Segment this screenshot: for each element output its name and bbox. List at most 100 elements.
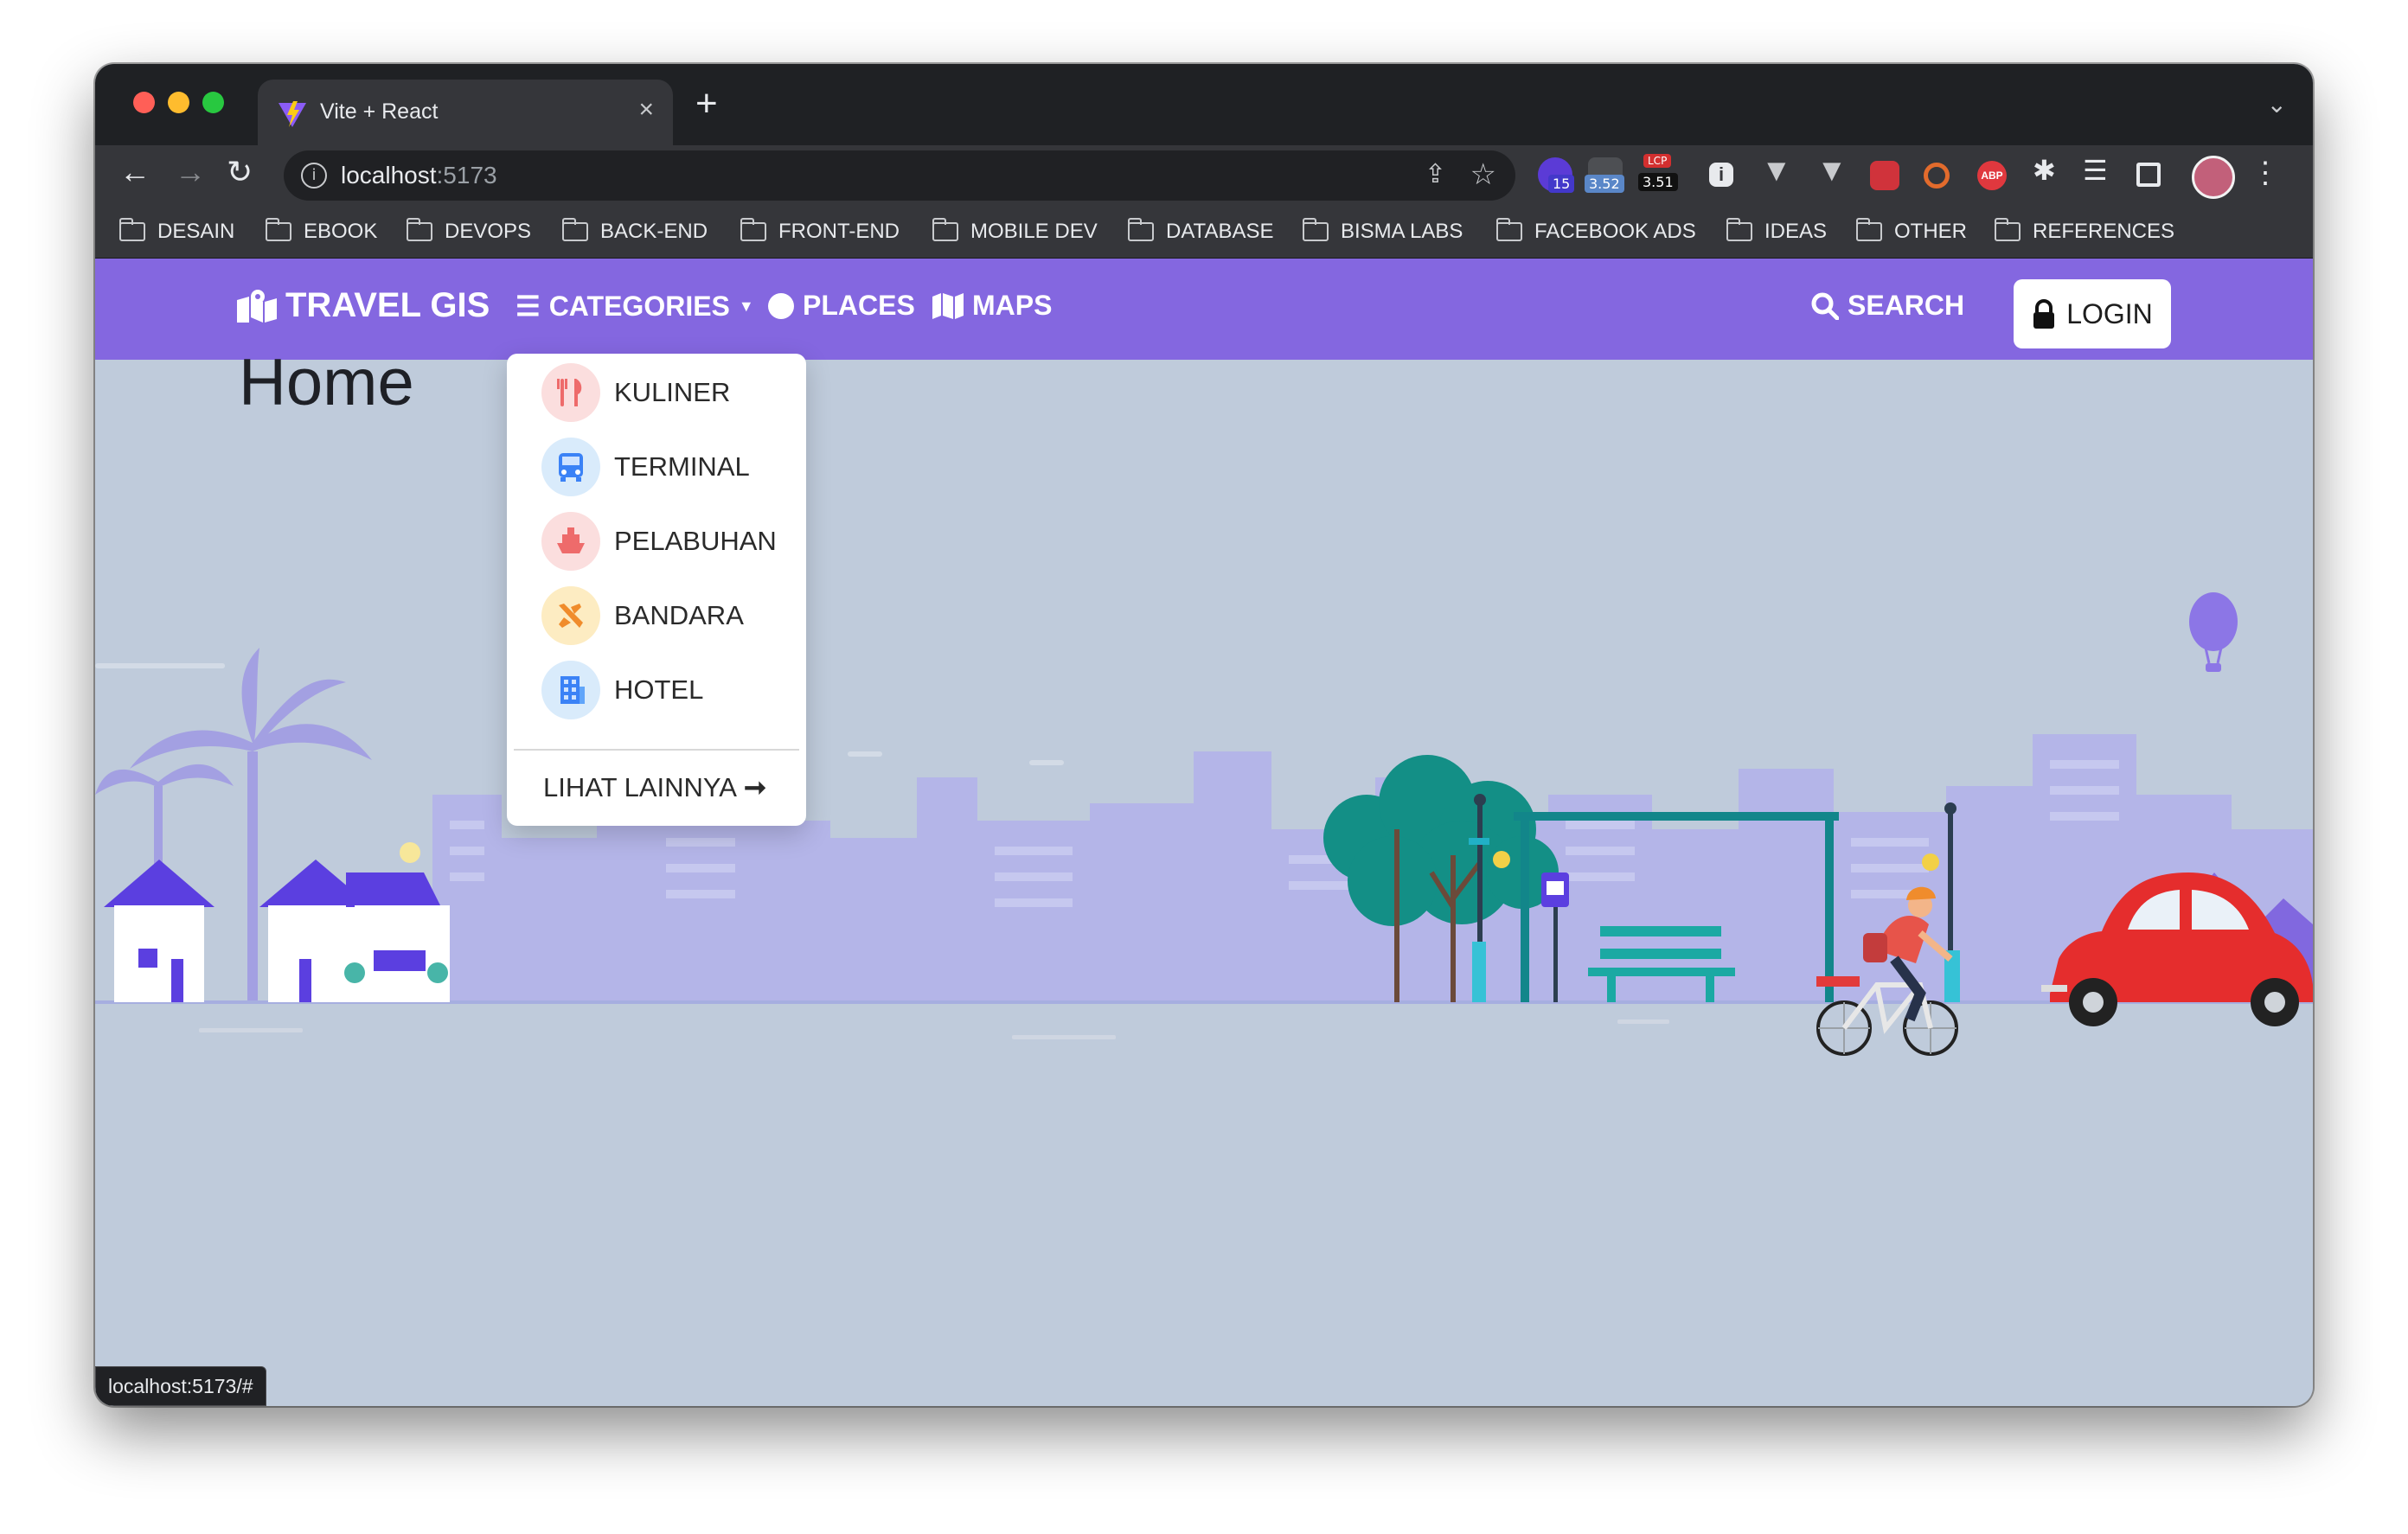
bookmark-folder[interactable]: OTHER xyxy=(1855,218,1967,244)
category-item-kuliner[interactable]: KULINER xyxy=(541,362,730,423)
bookmark-folder[interactable]: FACEBOOK ADS xyxy=(1495,218,1696,244)
category-item-bandara[interactable]: BANDARA xyxy=(541,585,744,646)
extension-purple-icon[interactable]: 15 xyxy=(1538,157,1575,193)
bookmark-folder[interactable]: BACK-END xyxy=(561,218,708,244)
folder-icon xyxy=(740,218,766,241)
browser-tab[interactable]: Vite + React × xyxy=(258,80,673,145)
folder-icon xyxy=(1127,218,1154,241)
folder-icon xyxy=(1994,218,2021,241)
bookmark-label: IDEAS xyxy=(1764,220,1828,243)
category-item-hotel[interactable]: HOTEL xyxy=(541,660,703,720)
category-label: HOTEL xyxy=(614,674,704,705)
vue-extension-icon[interactable]: ▼ xyxy=(1761,152,1796,188)
category-item-pelabuhan[interactable]: PELABUHAN xyxy=(541,511,777,572)
plane-icon xyxy=(541,586,600,645)
extension-lcp-value: 3.51 xyxy=(1638,173,1678,191)
tab-close-icon[interactable]: × xyxy=(638,95,654,125)
bookmark-label: EBOOK xyxy=(304,220,378,243)
web-page: TRAVEL GIS ☰ CATEGORIES ▼ PLACES MAPS SE… xyxy=(95,259,2313,1406)
adblock-label: ABP xyxy=(1981,169,2003,182)
bookmark-folder[interactable]: DATABASE xyxy=(1127,218,1274,244)
see-more-link[interactable]: LIHAT LAINNYA ➞ xyxy=(543,772,766,803)
categories-dropdown-toggle[interactable]: ☰ CATEGORIES ▼ xyxy=(516,290,754,323)
bookmark-folder[interactable]: DEVOPS xyxy=(406,218,532,244)
vue-extension-2-icon[interactable]: ▼ xyxy=(1816,152,1851,188)
puzzle-extensions-icon[interactable]: ✱ xyxy=(2033,154,2067,189)
nav-places-link[interactable]: PLACES xyxy=(768,290,915,322)
nav-search-link[interactable]: SEARCH xyxy=(1811,290,1964,322)
categories-label: CATEGORIES xyxy=(548,290,730,322)
color-picker-icon[interactable] xyxy=(1924,163,1950,189)
page-title: Home xyxy=(239,346,414,419)
tab-search-chevron-icon[interactable]: ⌄ xyxy=(2267,90,2287,118)
bookmark-folder[interactable]: MOBILE DEV xyxy=(932,218,1098,244)
minimize-window-button[interactable] xyxy=(168,92,189,113)
brand-title: TRAVEL GIS xyxy=(285,286,490,324)
bookmark-folder[interactable]: IDEAS xyxy=(1726,218,1828,244)
forward-arrow-icon[interactable]: → xyxy=(175,154,206,190)
bookmark-label: FACEBOOK ADS xyxy=(1534,220,1696,243)
list-icon: ☰ xyxy=(516,291,541,322)
browser-menu-icon[interactable]: ⋮ xyxy=(2251,156,2280,190)
hotel-icon xyxy=(541,661,600,719)
categories-dropdown-menu: KULINER TERMINAL PELABUHAN BANDARA HOTEL… xyxy=(507,354,806,826)
bookmark-folder[interactable]: FRONT-END xyxy=(740,218,900,244)
brand-logo[interactable]: TRAVEL GIS xyxy=(237,286,490,325)
folder-icon xyxy=(118,218,145,241)
url-text[interactable]: localhost:5173 xyxy=(341,162,497,189)
category-label: TERMINAL xyxy=(614,451,750,482)
folder-icon xyxy=(1726,218,1752,241)
bookmark-folder[interactable]: DESAIN xyxy=(118,218,235,244)
search-label: SEARCH xyxy=(1848,290,1965,321)
bookmark-folder[interactable]: EBOOK xyxy=(265,218,378,244)
maps-label: MAPS xyxy=(972,290,1053,321)
side-panel-icon[interactable] xyxy=(2136,163,2161,187)
category-label: PELABUHAN xyxy=(614,526,777,556)
bookmark-label: BACK-END xyxy=(600,220,708,243)
tab-title: Vite + React xyxy=(320,99,439,124)
bookmark-folder[interactable]: BISMA LABS xyxy=(1302,218,1463,244)
city-illustration xyxy=(95,592,2313,1056)
site-info-icon[interactable]: i xyxy=(301,163,327,189)
new-tab-button[interactable]: + xyxy=(695,85,718,123)
link-status-tooltip: localhost:5173/# xyxy=(95,1366,266,1406)
bookmark-folder[interactable]: REFERENCES xyxy=(1994,218,2174,244)
profile-avatar[interactable] xyxy=(2192,156,2235,199)
nav-maps-link[interactable]: MAPS xyxy=(932,290,1052,322)
reload-icon[interactable]: ↻ xyxy=(227,154,253,190)
bookmark-star-icon[interactable]: ☆ xyxy=(1470,157,1496,192)
utensils-icon xyxy=(541,363,600,422)
category-item-terminal[interactable]: TERMINAL xyxy=(541,437,750,497)
adblock-icon[interactable]: ABP xyxy=(1977,161,2007,190)
bookmark-label: DEVOPS xyxy=(445,220,532,243)
close-window-button[interactable] xyxy=(133,92,155,113)
bookmark-label: DESAIN xyxy=(157,220,235,243)
extension-lcp-label: LCP xyxy=(1643,154,1672,168)
bus-icon xyxy=(541,438,600,496)
vite-favicon-icon xyxy=(279,101,306,127)
extension-badge: 3.52 xyxy=(1585,175,1624,193)
folder-icon xyxy=(265,218,291,241)
reading-list-icon[interactable]: ☰ xyxy=(2083,154,2117,189)
address-bar[interactable]: i localhost:5173 ⇪ ☆ xyxy=(284,150,1515,201)
extension-lcp-icon[interactable]: LCP 3.51 xyxy=(1638,154,1678,192)
caret-down-icon: ▼ xyxy=(738,297,754,315)
back-arrow-icon[interactable]: ← xyxy=(119,154,150,190)
red-extension-icon[interactable] xyxy=(1870,161,1899,190)
share-icon[interactable]: ⇪ xyxy=(1425,159,1446,189)
see-more-label: LIHAT LAINNYA xyxy=(543,772,737,802)
bookmark-label: FRONT-END xyxy=(778,220,900,243)
extension-speed-icon[interactable]: 3.52 xyxy=(1585,157,1624,193)
folder-icon xyxy=(1302,218,1329,241)
bookmark-label: BISMA LABS xyxy=(1341,220,1463,243)
map-marked-icon xyxy=(237,289,277,323)
info-extension-icon[interactable]: i xyxy=(1709,163,1733,187)
login-button[interactable]: LOGIN xyxy=(2014,279,2171,348)
folder-icon xyxy=(1495,218,1522,241)
browser-window: Vite + React × + ⌄ ← → ↻ i localhost:517… xyxy=(95,64,2313,1406)
globe-icon xyxy=(768,292,794,319)
zoom-window-button[interactable] xyxy=(202,92,224,113)
url-port: :5173 xyxy=(436,162,497,189)
bookmark-label: DATABASE xyxy=(1166,220,1274,243)
arrow-right-icon: ➞ xyxy=(743,772,766,802)
